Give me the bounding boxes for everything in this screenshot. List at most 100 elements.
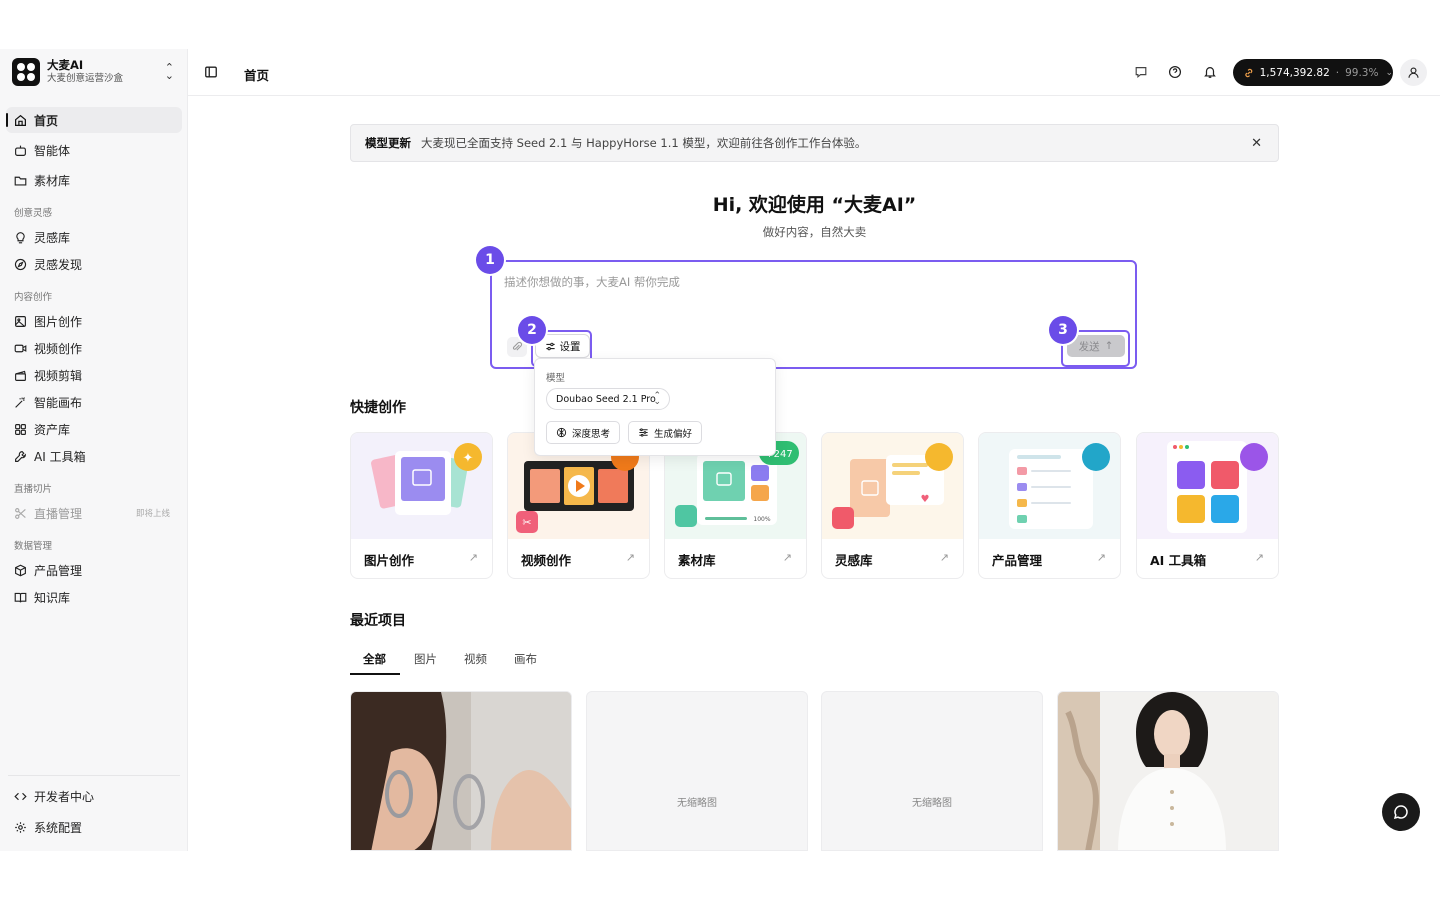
section-title: 直播切片: [14, 484, 53, 495]
model-value: Doubao Seed 2.1 Pro: [556, 393, 656, 405]
home-icon: [15, 114, 26, 126]
quick-card-image-create[interactable]: ✦ 图片创作 ↗: [350, 432, 493, 579]
sidebar-item-label: AI 工具箱: [34, 449, 86, 464]
recent-project-card[interactable]: 无缩略图: [821, 691, 1043, 851]
clapperboard-icon: [15, 370, 26, 381]
balance-percent: 99.3%: [1345, 66, 1379, 79]
sidebar-item-home[interactable]: 首页: [6, 107, 182, 133]
recent-project-card[interactable]: 无缩略图: [586, 691, 808, 851]
chat-bubble-icon: [1393, 805, 1408, 820]
svg-text:✂: ✂: [522, 516, 531, 529]
lightbulb-icon: [16, 231, 25, 243]
welcome-subtitle: 做好内容，自然大卖: [762, 225, 867, 239]
arrow-up-right-icon: ↗: [939, 551, 949, 564]
model-label: 模型: [546, 373, 566, 384]
chevron-down-icon: ⌄: [1385, 67, 1393, 78]
sidebar-item-knowledge-base[interactable]: 知识库: [6, 584, 182, 610]
sidebar-item-live-management: 直播管理 即将上线: [6, 500, 182, 526]
sidebar-item-inspiration-discover[interactable]: 灵感发现: [6, 251, 182, 277]
tab-canvas[interactable]: 画布: [514, 651, 537, 667]
quick-card-product-management[interactable]: 产品管理 ↗: [978, 432, 1121, 579]
annotation-badge-1: 1: [476, 246, 504, 274]
sidebar-toggle-icon[interactable]: [204, 65, 218, 79]
bot-icon: [15, 145, 26, 156]
arrow-up-right-icon: ↗: [1096, 551, 1106, 564]
sidebar-item-materials[interactable]: 素材库: [6, 167, 182, 193]
sidebar-item-label: 灵感库: [34, 230, 71, 245]
svg-text:♥: ♥: [921, 494, 930, 505]
quick-card-ai-toolbox[interactable]: AI 工具箱 ↗: [1136, 432, 1279, 579]
deep-think-toggle[interactable]: 深度思考: [546, 421, 621, 444]
close-icon[interactable]: ✕: [1251, 136, 1262, 151]
prompt-placeholder: 描述你想做的事，大麦AI 帮你完成: [504, 275, 680, 289]
help-icon[interactable]: [1168, 65, 1182, 79]
recent-tabs: 全部 图片 视频 画布: [350, 645, 550, 675]
page-title: 首页: [244, 68, 270, 83]
generation-preference-button[interactable]: 生成偏好: [628, 421, 703, 444]
arrow-up-right-icon: ↗: [625, 551, 635, 564]
code-icon: [14, 792, 27, 800]
card-label: AI 工具箱: [1150, 553, 1207, 568]
sidebar-item-label: 灵感发现: [34, 257, 83, 272]
card-label: 视频创作: [521, 553, 572, 568]
magic-wand-icon: [15, 396, 25, 408]
sidebar-item-label: 直播管理: [34, 506, 83, 521]
brand-name: 大麦AI: [47, 58, 84, 72]
divider: [8, 775, 180, 776]
quick-card-inspiration-library[interactable]: ♥ 灵感库 ↗: [821, 432, 964, 579]
sidebar-item-label: 智能体: [34, 143, 71, 158]
quick-create-title: 快捷创作: [350, 400, 406, 416]
welcome-title: Hi, 欢迎使用 “大麦AI”: [712, 194, 917, 216]
balance-pill[interactable]: 1,574,392.82 · 99.3% ⌄: [1233, 59, 1393, 86]
active-tab-indicator: [350, 673, 400, 675]
announcement-banner: 模型更新 大麦现已全面支持 Seed 2.1 与 HappyHorse 1.1 …: [350, 124, 1279, 162]
sidebar-item-system-settings[interactable]: 系统配置: [6, 814, 182, 840]
workspace-switcher[interactable]: 大麦AI 大麦创意运营沙盒 ⌃ ⌄: [12, 57, 178, 87]
coin-link-icon: [1245, 68, 1253, 77]
sidebar-item-label: 视频剪辑: [34, 368, 83, 383]
folder-icon: [14, 176, 27, 186]
svg-text:100%: 100%: [753, 516, 770, 523]
recent-project-card[interactable]: [1057, 691, 1279, 851]
bell-icon[interactable]: [1203, 65, 1217, 79]
chevron-up-down-icon: ⌃ ⌄: [164, 61, 174, 82]
atom-icon: [556, 427, 567, 438]
settings-popover: 模型 Doubao Seed 2.1 Pro ⌃ ⌄ 深度思考 生成偏好: [534, 358, 776, 456]
sidebar-item-video-create[interactable]: 视频创作: [6, 335, 182, 361]
arrow-up-right-icon: ↗: [468, 551, 478, 564]
model-select[interactable]: Doubao Seed 2.1 Pro ⌃ ⌄: [546, 388, 670, 410]
sidebar-item-label: 资产库: [34, 422, 71, 437]
sidebar-item-label: 开发者中心: [34, 789, 95, 804]
sidebar-item-product-management[interactable]: 产品管理: [6, 557, 182, 583]
product-management-illustration: [979, 433, 1120, 539]
chevron-up-down-icon: ⌃ ⌄: [653, 391, 661, 407]
card-label: 图片创作: [364, 553, 415, 568]
tab-videos[interactable]: 视频: [464, 651, 487, 667]
top-bar: 首页 1,574,392.82 · 99.3% ⌄: [188, 49, 1440, 96]
avatar[interactable]: [1400, 59, 1427, 86]
card-label: 产品管理: [992, 553, 1043, 568]
chat-button[interactable]: [1382, 793, 1420, 831]
sidebar-item-image-create[interactable]: 图片创作: [6, 308, 182, 334]
sidebar-item-agents[interactable]: 智能体: [6, 137, 182, 163]
sidebar-item-inspiration-library[interactable]: 灵感库: [6, 224, 182, 250]
no-thumbnail-label: 无缩略图: [912, 798, 952, 809]
scissors-icon: [15, 507, 26, 519]
recent-project-card[interactable]: [350, 691, 572, 851]
no-thumbnail-label: 无缩略图: [677, 798, 717, 809]
video-icon: [14, 344, 27, 352]
tab-images[interactable]: 图片: [414, 651, 437, 667]
sidebar-item-assets[interactable]: 资产库: [6, 416, 182, 442]
sidebar-item-developer-center[interactable]: 开发者中心: [6, 783, 182, 809]
sidebar-item-ai-toolbox[interactable]: AI 工具箱: [6, 443, 182, 469]
feedback-icon[interactable]: [1134, 65, 1148, 79]
sidebar-item-video-edit[interactable]: 视频剪辑: [6, 362, 182, 388]
inspiration-library-illustration: ♥: [822, 433, 963, 539]
card-label: 灵感库: [835, 553, 873, 568]
section-title: 内容创作: [14, 292, 53, 303]
balance-separator: ·: [1335, 66, 1340, 79]
tab-all[interactable]: 全部: [363, 651, 386, 667]
app-window: 大麦AI 大麦创意运营沙盒 ⌃ ⌄ 首页 智能体 素材库 创意灵感 灵感库 灵感发…: [0, 49, 1440, 851]
section-title: 创意灵感: [14, 208, 53, 219]
sidebar-item-smart-canvas[interactable]: 智能画布: [6, 389, 182, 415]
